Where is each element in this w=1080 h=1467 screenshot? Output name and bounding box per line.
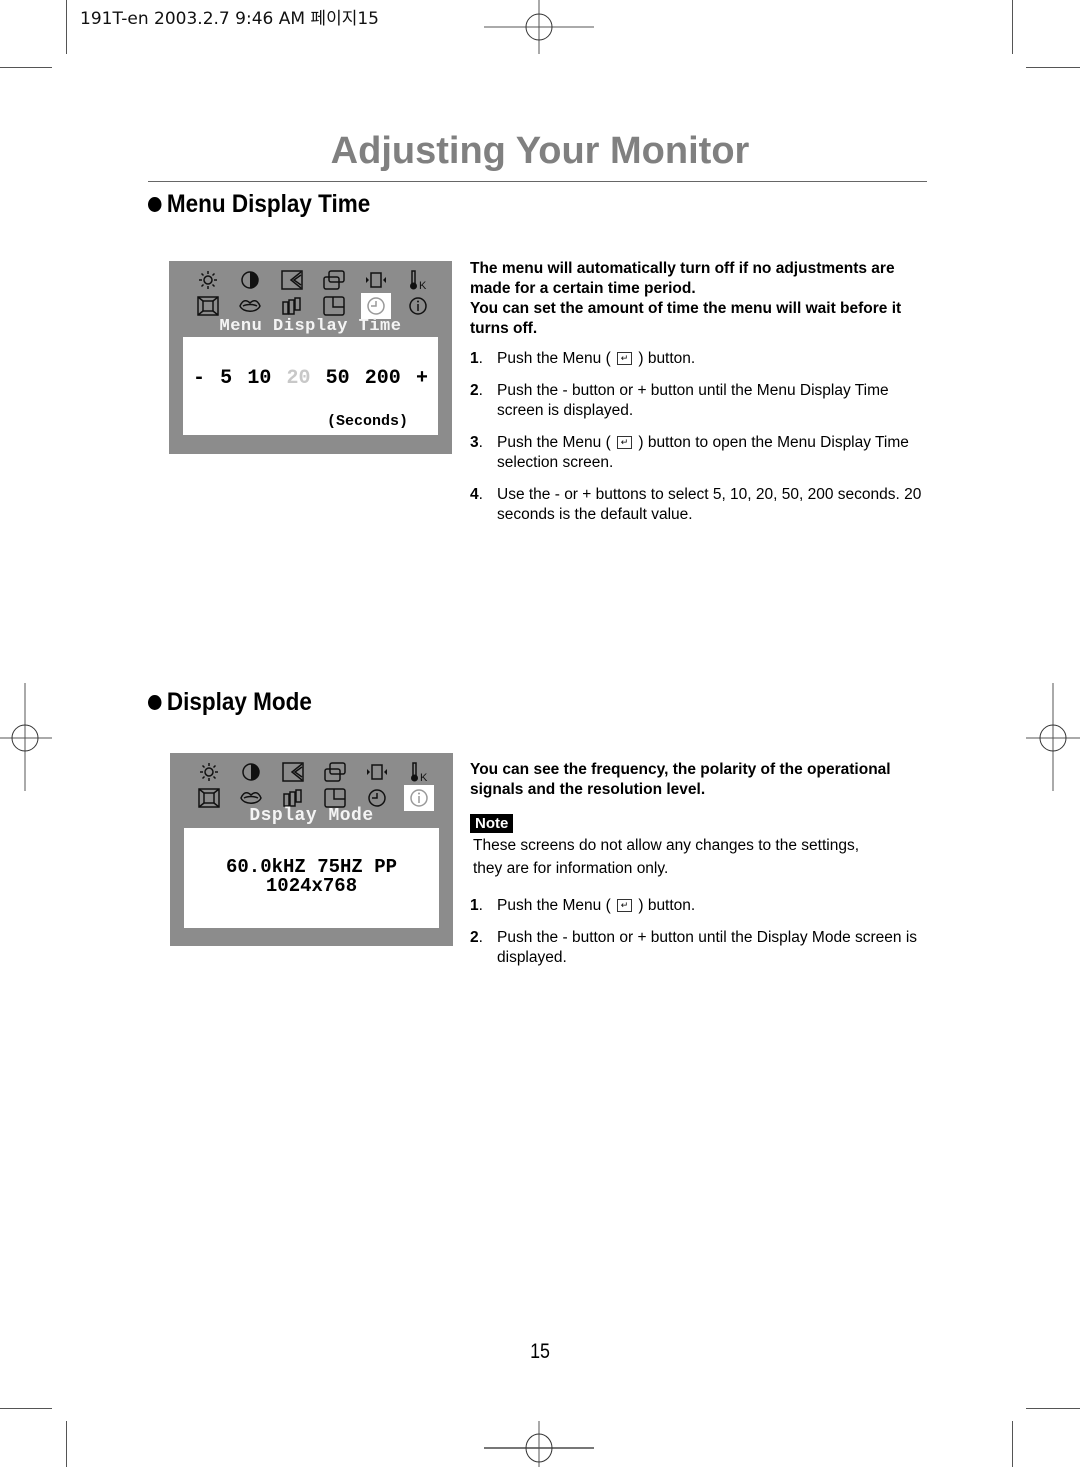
registration-mark-right	[1026, 683, 1080, 791]
step-item: 1. Push the Menu ( ↵ ) button.	[470, 896, 930, 916]
bullet-icon	[148, 695, 162, 710]
step-text: Push the Menu ( ↵ ) button to open the M…	[497, 434, 909, 471]
registration-mark-bottom	[484, 1421, 594, 1467]
intro-paragraph: The menu will automatically turn off if …	[470, 260, 895, 297]
time-option[interactable]: 50	[326, 367, 350, 390]
osd-title: Menu Display Time	[219, 317, 402, 336]
time-unit: (Seconds)	[326, 413, 408, 430]
crop-mark	[1012, 0, 1013, 54]
geometry-icon[interactable]	[272, 759, 314, 785]
time-option[interactable]: 10	[247, 367, 271, 390]
step-text: Push the - button or + button until the …	[497, 929, 918, 966]
osd-icon-grid: K	[188, 759, 440, 811]
note-badge: Note	[470, 814, 514, 833]
section-body-display-mode: You can see the frequency, the polarity …	[470, 760, 930, 980]
osd-icon-row: K	[187, 267, 439, 293]
position-icon[interactable]	[313, 267, 355, 293]
time-options: -5 10 20 50 200 +	[193, 367, 428, 390]
menu-key-icon: ↵	[617, 436, 633, 450]
osd-display-mode: K Dsplay Mode 60.0kHZ 75HZ PP 1024x768	[170, 753, 453, 946]
print-slug: 191T-en 2003.2.7 9:46 AM 페이지15	[80, 9, 379, 29]
zoom-icon[interactable]	[313, 293, 355, 319]
resolution-readout: 1024x768	[265, 875, 358, 897]
steps-list: 1. Push the Menu ( ↵ ) button. 2. Push the …	[470, 896, 930, 968]
title-divider	[148, 181, 927, 182]
osd-menu-display-time: K Menu Display Time -5 10 20 50 200 + (Second…	[169, 261, 452, 454]
step-number: 1.	[470, 350, 483, 367]
crop-mark	[1012, 1421, 1013, 1467]
step-item: 2. Push the - button or + button until th…	[470, 381, 930, 421]
time-option[interactable]: +	[416, 367, 428, 390]
size-icon[interactable]	[356, 759, 398, 785]
section-heading-text: Menu Display Time	[166, 190, 371, 218]
crop-mark	[66, 1421, 67, 1467]
time-option[interactable]: 200	[365, 367, 401, 390]
section-heading-display-mode: Display Mode	[148, 688, 312, 717]
crop-mark	[1026, 1408, 1080, 1409]
page-title: Adjusting Your Monitor	[330, 130, 750, 172]
registration-mark-left	[0, 683, 52, 791]
info-icon[interactable]	[397, 293, 439, 319]
step-item: 2. Push the - button or + button until th…	[470, 928, 930, 968]
osd-panel: -5 10 20 50 200 + (Seconds)	[183, 337, 438, 435]
balance-icon[interactable]	[271, 293, 313, 319]
crop-mark	[1026, 67, 1080, 68]
step-number: 1.	[470, 897, 483, 914]
step-item: 3. Push the Menu ( ↵ ) button to open the…	[470, 433, 930, 473]
osd-icon-row	[187, 293, 439, 319]
osd-icon-row: K	[188, 759, 440, 785]
note-block: Note These screens do not allow any chan…	[470, 814, 930, 880]
section-heading-text: Display Mode	[166, 688, 312, 716]
contrast-icon[interactable]	[229, 267, 271, 293]
bullet-icon	[148, 197, 162, 212]
intro-paragraph: You can see the frequency, the polarity …	[470, 761, 891, 798]
color-temp-icon[interactable]: K	[397, 267, 439, 293]
step-number: 2.	[470, 382, 483, 399]
crop-mark	[0, 67, 52, 68]
time-option[interactable]: -	[193, 367, 205, 390]
step-item: 4. Use the - or + buttons to select 5, 10…	[470, 485, 930, 525]
brightness-icon[interactable]	[188, 759, 230, 785]
step-text: Use the - or + buttons to select 5, 10, …	[497, 486, 922, 523]
step-text: Push the Menu ( ↵ ) button.	[497, 350, 696, 367]
size-icon[interactable]	[355, 267, 397, 293]
pincushion-icon[interactable]	[187, 293, 229, 319]
svg-text:K: K	[420, 772, 428, 783]
menu-key-icon: ↵	[617, 352, 633, 366]
color-temp-icon[interactable]: K	[398, 759, 440, 785]
section-heading-menu-display-time: Menu Display Time	[148, 190, 370, 219]
geometry-icon[interactable]	[271, 267, 313, 293]
contrast-icon[interactable]	[230, 759, 272, 785]
time-option[interactable]: 20	[286, 367, 310, 390]
intro-paragraph: You can set the amount of time the menu …	[470, 300, 902, 337]
step-item: 1. Push the Menu ( ↵ ) button.	[470, 349, 930, 369]
svg-text:K: K	[419, 280, 427, 291]
crop-mark	[66, 0, 67, 54]
step-number: 3.	[470, 434, 483, 451]
osd-icon-grid: K	[187, 267, 439, 319]
step-text: Push the Menu ( ↵ ) button.	[497, 897, 696, 914]
brightness-icon[interactable]	[187, 267, 229, 293]
clock-icon[interactable]	[361, 293, 391, 319]
section-body-menu-display-time: The menu will automatically turn off if …	[470, 259, 930, 537]
page-number: 15	[530, 1340, 550, 1363]
time-option[interactable]: 5	[220, 367, 232, 390]
registration-mark-top	[484, 0, 594, 54]
moire-icon[interactable]	[229, 293, 271, 319]
position-icon[interactable]	[314, 759, 356, 785]
step-number: 2.	[470, 929, 483, 946]
steps-list: 1. Push the Menu ( ↵ ) button. 2. Push the …	[470, 349, 930, 525]
osd-panel: 60.0kHZ 75HZ PP 1024x768	[184, 828, 439, 928]
note-text: These screens do not allow any changes t…	[473, 837, 860, 877]
menu-key-icon: ↵	[617, 899, 633, 913]
step-number: 4.	[470, 486, 483, 503]
step-text: Push the - button or + button until the …	[497, 382, 889, 419]
osd-title: Dsplay Mode	[249, 806, 374, 826]
crop-mark	[0, 1408, 52, 1409]
